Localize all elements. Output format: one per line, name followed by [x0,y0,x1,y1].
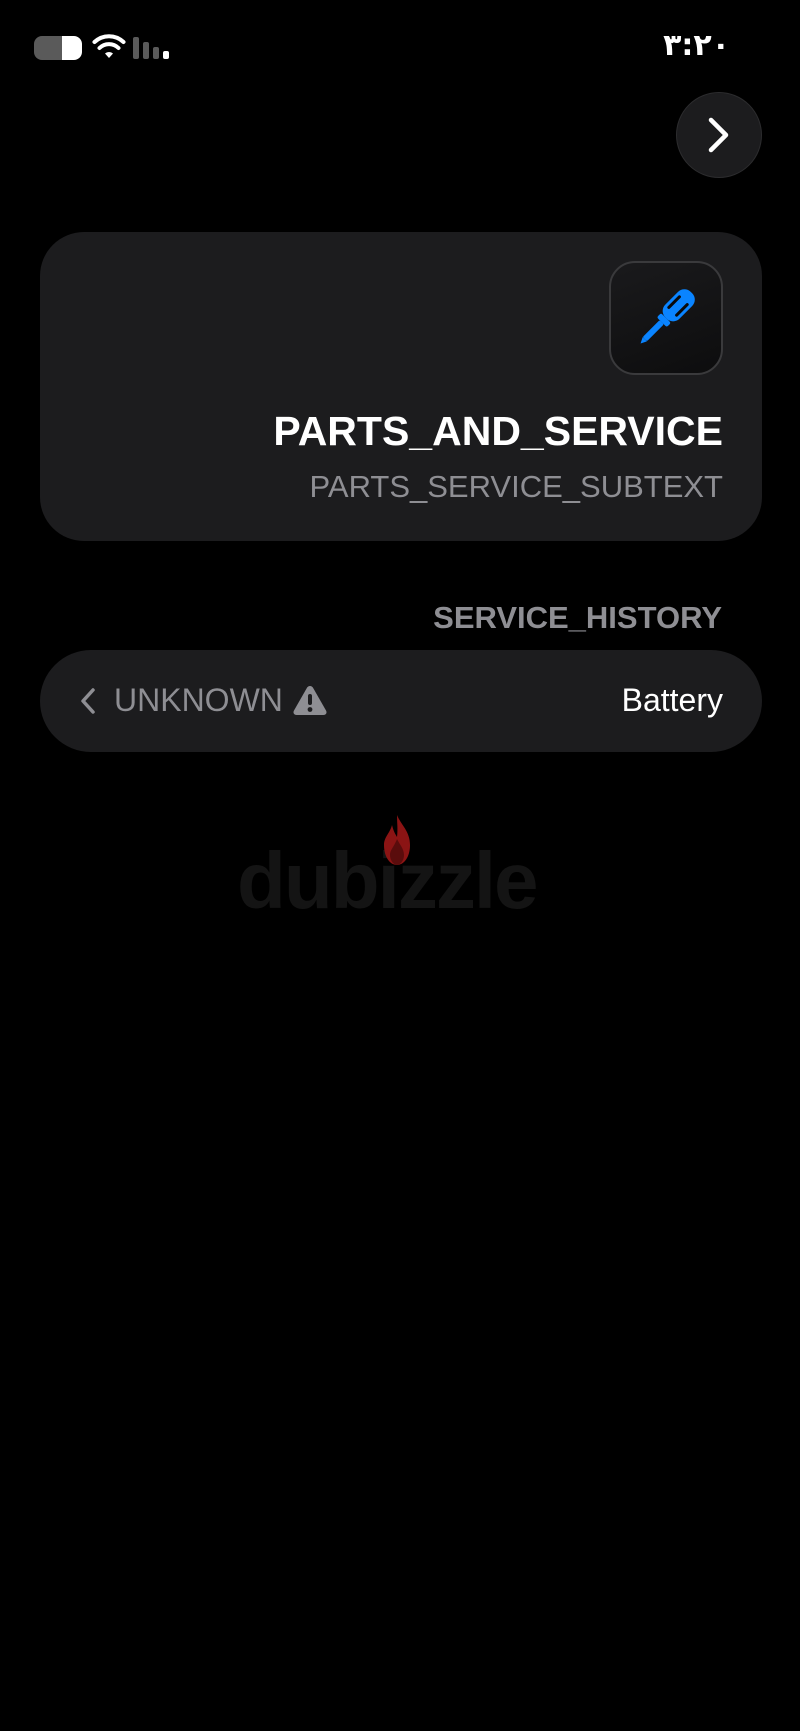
watermark-logo: dubizzle [237,815,567,925]
battery-icon [34,36,85,60]
card-title: PARTS_AND_SERVICE [273,408,723,454]
chevron-right-icon [708,117,729,153]
chevron-left-icon [81,688,95,714]
forward-button[interactable] [676,92,762,178]
row-value: UNKNOWN [114,682,283,718]
screwdriver-icon [640,289,695,344]
app-icon [609,261,723,375]
parts-service-card: PARTS_AND_SERVICE PARTS_SERVICE_SUBTEXT [40,232,762,541]
row-label: Battery [621,682,723,718]
status-bar: ٣:٢٠ [0,0,800,100]
service-history-row-battery[interactable]: UNKNOWN Battery [40,650,762,752]
warning-icon [293,686,327,715]
status-time: ٣:٢٠ [663,28,730,63]
card-subtitle: PARTS_SERVICE_SUBTEXT [309,469,723,504]
section-header: SERVICE_HISTORY [433,600,722,635]
wifi-icon [92,34,126,58]
signal-icon [133,37,169,59]
flame-icon [384,815,410,865]
